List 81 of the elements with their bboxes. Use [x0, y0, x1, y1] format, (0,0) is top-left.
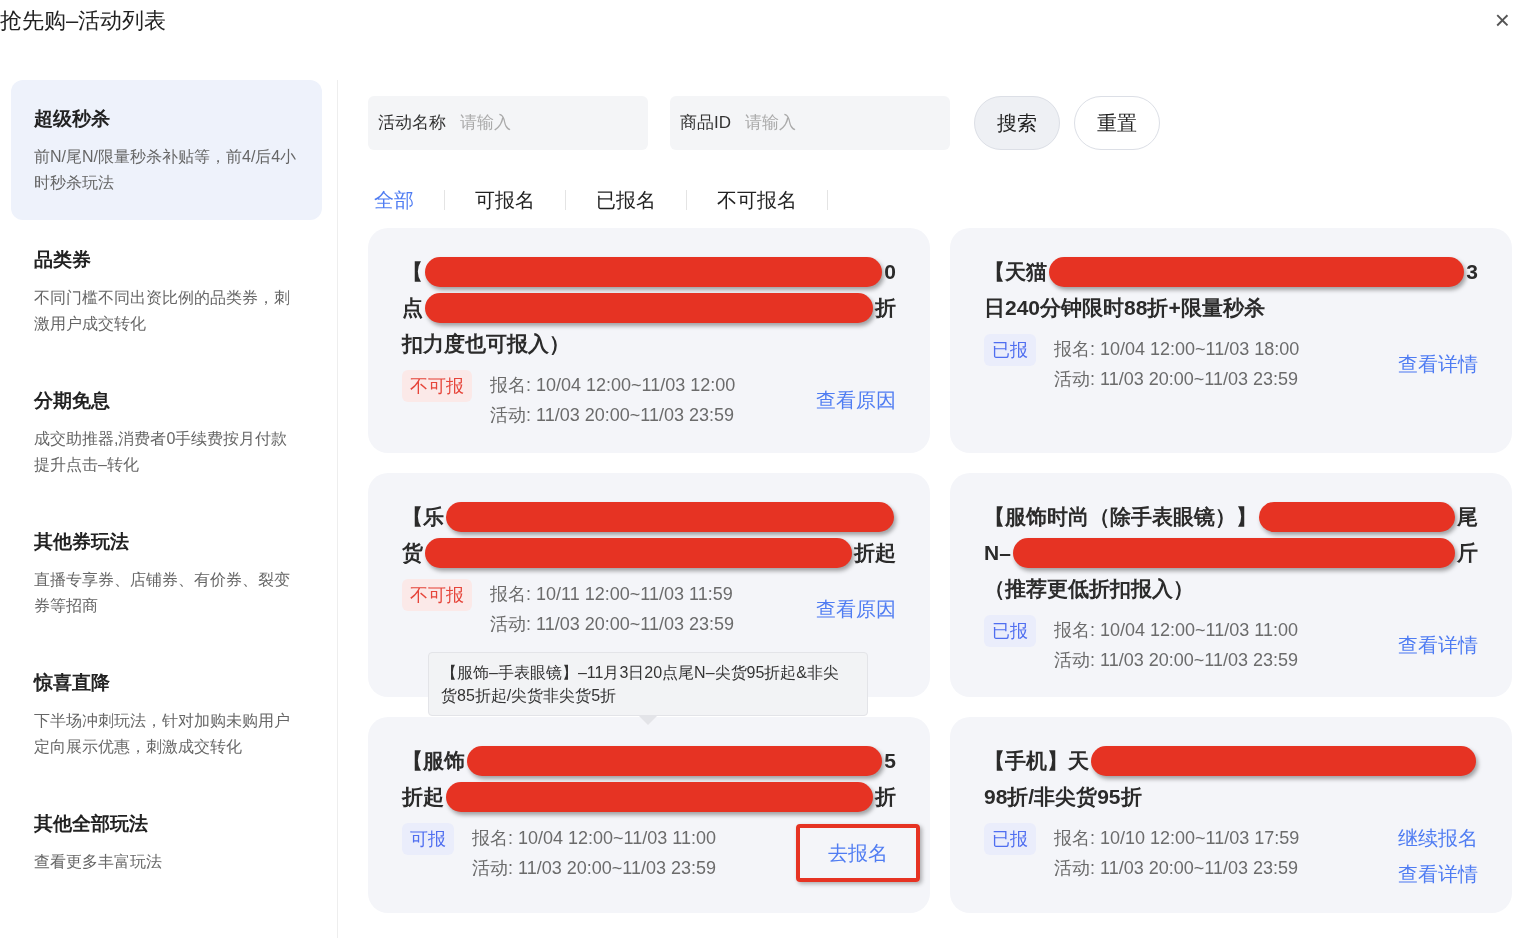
sidebar-item[interactable]: 分期免息 成交助推器,消费者0手续费按月付款提升点击–转化 [11, 362, 322, 502]
title-text: 斤 [1457, 540, 1478, 567]
item-title: 品类券 [34, 248, 92, 272]
title-text: 折起 [402, 784, 444, 811]
item-description: 直播专享券、店铺券、有价券、裂变券等招商 [34, 570, 291, 616]
item-description: 前N/尾N/限量秒杀补贴等，前4/后4小时秒杀玩法 [34, 147, 298, 193]
title-text: 【手机】天 [984, 748, 1089, 775]
item-description: 成交助推器,消费者0手续费按月付款提升点击–转化 [34, 429, 289, 475]
status-tag: 不可报 [402, 370, 472, 402]
signup-period: 报名: 10/10 12:00~11/03 17:59 [1054, 827, 1300, 850]
title-text: N– [984, 540, 1011, 567]
action-link[interactable]: 继续报名 [1398, 823, 1478, 853]
activity-period: 活动: 11/03 20:00~11/03 23:59 [472, 857, 717, 880]
search-button[interactable]: 搜索 [974, 96, 1060, 150]
signup-period: 报名: 10/04 12:00~11/03 11:00 [1054, 619, 1299, 642]
title-text: 【乐 [402, 504, 444, 531]
item-title: 超级秒杀 [34, 107, 111, 131]
signup-period: 报名: 10/04 12:00~11/03 12:00 [490, 374, 736, 397]
action-link[interactable]: 查看原因 [816, 594, 896, 624]
item-title: 分期免息 [34, 389, 111, 413]
tooltip: 【服饰–手表眼镜】–11月3日20点尾N–尖货95折起&非尖货85折起/尖货非尖货5折 [428, 652, 868, 716]
title-text: 货 [402, 540, 423, 567]
item-title: 其他全部玩法 [34, 812, 149, 836]
search-field[interactable]: 商品ID 请输入 [670, 96, 950, 150]
sidebar-item[interactable]: 其他券玩法 直播专享券、店铺券、有价券、裂变券等招商 [11, 503, 322, 643]
title-text: 5 [884, 748, 896, 775]
item-description: 查看更多丰富玩法 [34, 852, 163, 872]
window-title: 抢先购–活动列表 [0, 6, 167, 35]
title-text: 【服饰 [402, 748, 465, 775]
status-tag: 可报 [402, 823, 454, 855]
title-text: 98折/非尖货95折 [984, 784, 1142, 811]
title-text: 折 [875, 784, 896, 811]
title-text: 尾 [1457, 504, 1478, 531]
signup-period: 报名: 10/04 12:00~11/03 18:00 [1054, 338, 1300, 361]
field-label: 商品ID [680, 112, 731, 135]
action-link[interactable]: 查看详情 [1398, 349, 1478, 379]
sidebar-item[interactable]: 惊喜直降 下半场冲刺玩法，针对加购未购用户定向展示优惠，刺激成交转化 [11, 644, 322, 784]
status-tag: 不可报 [402, 579, 472, 611]
search-field[interactable]: 活动名称 请输入 [368, 96, 648, 150]
filter-tab[interactable]: 全部 [374, 185, 414, 215]
tooltip-arrow [639, 716, 657, 725]
title-text: 折起 [854, 540, 896, 567]
sidebar-item[interactable]: 超级秒杀 前N/尾N/限量秒杀补贴等，前4/后4小时秒杀玩法 [11, 80, 322, 220]
reset-button[interactable]: 重置 [1074, 96, 1160, 150]
title-text: 0 [884, 259, 896, 286]
title-text: 3 [1466, 259, 1478, 286]
title-text: 点 [402, 295, 423, 322]
status-tag: 已报 [984, 823, 1036, 855]
item-title: 惊喜直降 [34, 671, 111, 695]
activity-period: 活动: 11/03 20:00~11/03 23:59 [490, 404, 736, 427]
field-label: 活动名称 [378, 112, 446, 135]
title-text: （推荐更低折扣报入） [984, 576, 1194, 603]
action-link[interactable]: 去报名 [796, 824, 920, 882]
title-text: 【天猫 [984, 259, 1047, 286]
signup-period: 报名: 10/04 12:00~11/03 11:00 [472, 827, 717, 850]
item-title: 其他券玩法 [34, 530, 130, 554]
title-text: 日240分钟限时88折+限量秒杀 [984, 295, 1265, 322]
action-link[interactable]: 查看原因 [816, 385, 896, 415]
activity-period: 活动: 11/03 20:00~11/03 23:59 [1054, 649, 1299, 672]
filter-tab[interactable]: 不可报名 [717, 185, 797, 215]
action-link[interactable]: 查看详情 [1398, 859, 1478, 889]
sidebar-item[interactable]: 品类券 不同门槛不同出资比例的品类券，刺激用户成交转化 [11, 221, 322, 361]
search-input[interactable]: 请输入 [745, 110, 940, 136]
activity-period: 活动: 11/03 20:00~11/03 23:59 [490, 613, 735, 636]
status-tag: 已报 [984, 615, 1036, 647]
filter-tab[interactable]: 可报名 [475, 185, 535, 215]
activity-period: 活动: 11/03 20:00~11/03 23:59 [1054, 857, 1300, 880]
close-button[interactable]: × [1494, 7, 1510, 33]
title-text: 折 [875, 295, 896, 322]
title-text: 【 [402, 259, 423, 286]
activity-period: 活动: 11/03 20:00~11/03 23:59 [1054, 368, 1300, 391]
item-description: 不同门槛不同出资比例的品类券，刺激用户成交转化 [34, 288, 291, 334]
status-tag: 已报 [984, 334, 1036, 366]
title-text: 【服饰时尚（除手表眼镜）】 [984, 504, 1257, 531]
filter-tab[interactable]: 已报名 [596, 185, 656, 215]
sidebar-item[interactable]: 其他全部玩法 查看更多丰富玩法 [11, 785, 322, 925]
item-description: 下半场冲刺玩法，针对加购未购用户定向展示优惠，刺激成交转化 [34, 711, 291, 757]
signup-period: 报名: 10/11 12:00~11/03 11:59 [490, 583, 734, 606]
title-text: 扣力度也可报入） [402, 331, 570, 358]
search-input[interactable]: 请输入 [460, 110, 638, 136]
action-link[interactable]: 查看详情 [1398, 630, 1478, 660]
